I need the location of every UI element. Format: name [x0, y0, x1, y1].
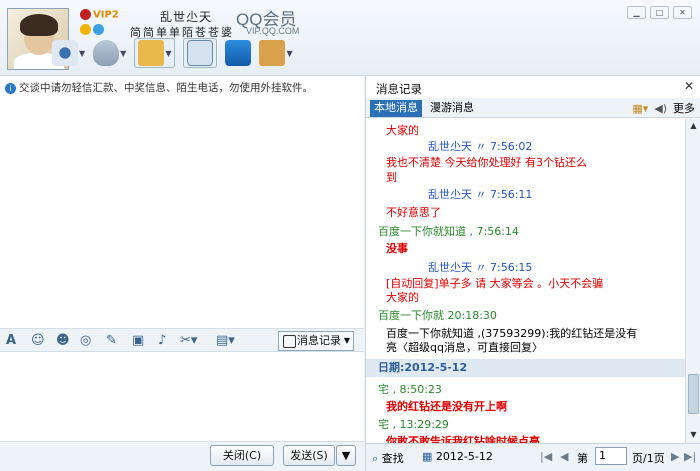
send-file-button[interactable]: ▼	[134, 38, 176, 68]
more-tools-icon[interactable]: ▤▾	[216, 333, 235, 348]
list-item: 大家的	[386, 291, 419, 304]
list-item: 宅 , 13:29:29	[378, 418, 449, 431]
history-footer: ⌕ 查找 ▦ 2012-5-12 |◀ ◀ 第 1 页/1页 ▶ ▶|	[366, 443, 700, 471]
info-icon: i	[5, 83, 16, 94]
history-scrollbar[interactable]: ▲ ▼	[685, 119, 700, 443]
message-history-button[interactable]: 消息记录 ▼	[278, 331, 354, 351]
music-icon[interactable]: ♪	[158, 333, 166, 348]
contact-nickname: 乱世尐天	[160, 10, 213, 24]
microphone-icon	[93, 40, 120, 66]
briefcase-icon	[259, 40, 286, 66]
close-button[interactable]: 关闭(C)	[210, 445, 274, 466]
star-icon	[80, 24, 91, 35]
list-item: 宅 , 8:50:23	[378, 383, 442, 396]
send-button[interactable]: 发送(S)	[283, 445, 335, 466]
scroll-thumb[interactable]	[688, 374, 699, 414]
format-toolbar: A ☺ ☻ ◎ ✎ ▣ ♪ ✂▾ ▤▾ 消息记录 ▼	[0, 328, 364, 352]
folder-icon	[138, 40, 165, 66]
magic-face-icon[interactable]: ☻	[56, 333, 70, 348]
vip-badge[interactable]: VIP2	[80, 9, 119, 21]
list-item: 百度一下你就 20:18:30	[378, 309, 497, 322]
list-item: 乱世尐天 〃 7:56:02	[428, 140, 533, 153]
page-label-suffix: 页/1页	[632, 452, 665, 465]
chevron-down-icon: ▼	[165, 48, 172, 58]
status-icons	[80, 24, 106, 38]
chat-toolbar: ▼ ▼ ▼ ▼	[52, 38, 293, 68]
qq-penguin-icon	[80, 9, 91, 20]
voice-call-button[interactable]: ▼	[93, 38, 126, 68]
send-options-button[interactable]: ▼	[336, 445, 356, 466]
list-item: 没事	[386, 242, 408, 255]
list-item: 到	[386, 171, 397, 184]
list-item: 乱世尐天 〃 7:56:15	[428, 261, 533, 274]
chevron-down-icon: ▼	[286, 48, 293, 58]
more-link[interactable]: 更多	[673, 100, 695, 116]
next-page-icon[interactable]: ▶	[671, 450, 679, 463]
list-item: 亮〈超级qq消息，可直接回复〉	[386, 341, 543, 354]
chat-pane: i 交谈中请勿轻信汇款、中奖信息、陌生电话，勿使用外挂软件。 A ☺ ☻ ◎ ✎ …	[0, 76, 364, 471]
chat-header: VIP2 乱世尐天 简简单单陌苍苍婆 QQ会员 VIP.QQ.COM ▁ □ ✕…	[0, 0, 700, 76]
qq-vip-url: VIP.QQ.COM	[246, 26, 300, 36]
history-pane: 消息记录 ✕ 本地消息 漫游消息 ▦▾ ◀) 更多 大家的 乱世尐天 〃 7:5…	[365, 76, 700, 471]
minimize-button[interactable]: ▁	[627, 6, 646, 19]
list-item: 百度一下你就知道 , 7:56:14	[378, 225, 519, 238]
tab-local[interactable]: 本地消息	[370, 100, 422, 117]
search-button[interactable]: ⌕ 查找	[372, 450, 404, 466]
page-label-prefix: 第	[577, 452, 588, 465]
history-title: 消息记录	[376, 82, 422, 96]
online-icon	[93, 24, 104, 35]
list-item: 我的红钻还是没有开上啊	[386, 400, 507, 413]
font-icon[interactable]: A	[6, 333, 16, 348]
display-options-icon[interactable]: ▦▾	[632, 102, 648, 115]
calendar-icon: ▦	[422, 450, 433, 463]
tab-roaming[interactable]: 漫游消息	[426, 100, 478, 117]
prev-page-icon[interactable]: ◀	[560, 450, 568, 463]
new-session-button[interactable]	[183, 38, 218, 68]
remote-assist-button[interactable]	[225, 38, 252, 68]
scissors-icon[interactable]: ✂▾	[180, 333, 197, 348]
list-item: 我也不清楚 今天给你处理好 有3个钻还么	[386, 156, 587, 169]
scroll-up-icon[interactable]: ▲	[688, 121, 699, 132]
security-notice: i 交谈中请勿轻信汇款、中奖信息、陌生电话，勿使用外挂软件。	[5, 80, 313, 95]
image-icon[interactable]: ▣	[132, 333, 144, 348]
first-page-icon[interactable]: |◀	[540, 450, 552, 463]
last-page-icon[interactable]: ▶|	[684, 450, 696, 463]
send-bar: 关闭(C) 发送(S) ▼	[0, 441, 364, 471]
message-list: 大家的 乱世尐天 〃 7:56:02 我也不清楚 今天给你处理好 有3个钻还么 …	[366, 119, 685, 443]
video-call-button[interactable]: ▼	[52, 38, 85, 68]
chat-add-icon	[187, 40, 214, 66]
speaker-icon[interactable]: ◀)	[654, 102, 667, 115]
date-separator: 日期:2012-5-12	[366, 359, 685, 377]
search-icon: ⌕	[372, 452, 379, 465]
maximize-button[interactable]: □	[650, 6, 669, 19]
chevron-down-icon: ▼	[120, 48, 127, 58]
emoji-icon[interactable]: ☺	[31, 333, 45, 348]
list-item: 大家的	[386, 124, 419, 137]
webcam-icon	[52, 40, 78, 66]
message-input[interactable]	[0, 353, 364, 441]
close-window-button[interactable]: ✕	[673, 6, 692, 19]
scroll-down-icon[interactable]: ▼	[688, 430, 699, 441]
list-item: 乱世尐天 〃 7:56:11	[428, 188, 533, 201]
history-tabs: 本地消息 漫游消息 ▦▾ ◀) 更多	[366, 98, 700, 118]
list-item: 不好意思了	[386, 206, 441, 219]
history-tools: ▦▾ ◀) 更多	[632, 100, 695, 116]
close-icon[interactable]: ✕	[684, 79, 694, 93]
window-controls: ▁ □ ✕	[627, 6, 692, 19]
apps-button[interactable]: ▼	[259, 38, 293, 68]
monitor-icon	[225, 40, 252, 66]
page-number-input[interactable]: 1	[595, 447, 627, 465]
shake-icon[interactable]: ◎	[80, 333, 91, 348]
list-item: 你敢不敢告诉我红钻啥时候点亮	[386, 435, 540, 443]
date-picker[interactable]: ▦ 2012-5-12	[422, 450, 493, 463]
chevron-down-icon: ▼	[79, 48, 86, 58]
chevron-down-icon: ▼	[343, 336, 350, 345]
edit-icon[interactable]: ✎	[106, 333, 117, 348]
